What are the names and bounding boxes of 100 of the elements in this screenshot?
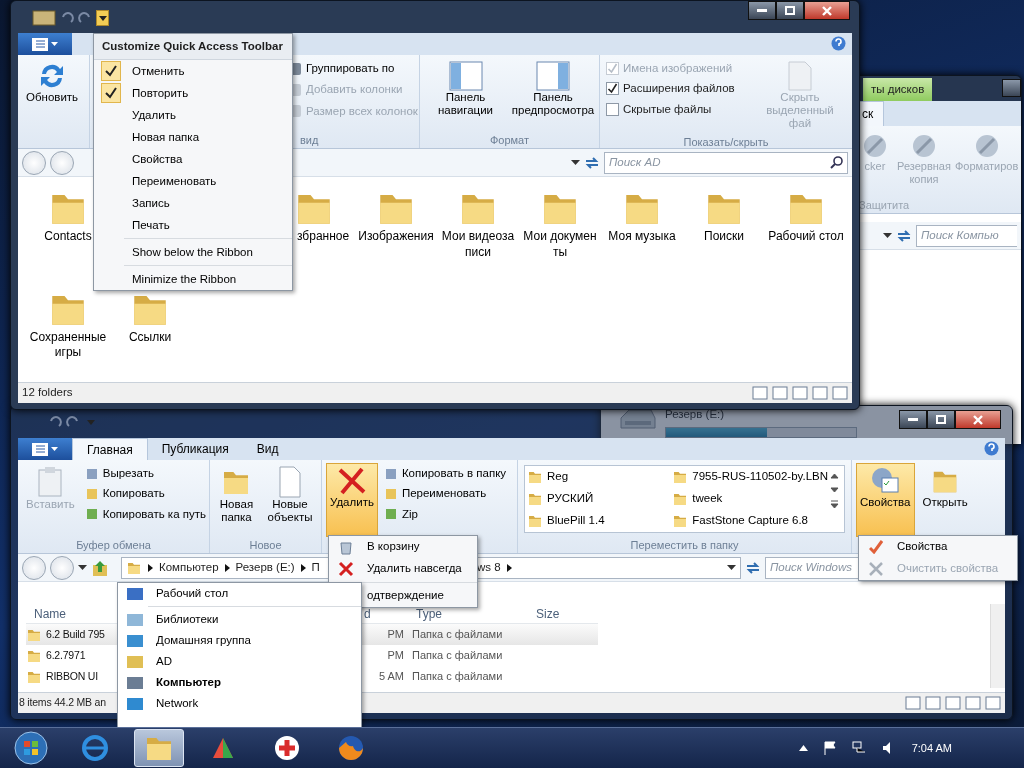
close-button[interactable] [804, 1, 850, 20]
customize-toolbar-button[interactable] [96, 10, 109, 26]
menu-item[interactable]: Переименовать [94, 170, 292, 193]
menu-item[interactable]: Свойства [94, 148, 292, 171]
up-folder-icon [91, 558, 109, 577]
document-icon [277, 466, 302, 498]
desktop-icon [126, 586, 144, 601]
checkbox-label[interactable]: Расширения файлов [604, 80, 737, 98]
clear-icon [869, 562, 883, 576]
thumbnail-view-icon [925, 696, 941, 710]
minimize-button[interactable] [1002, 79, 1021, 97]
menu-item[interactable]: Повторить [94, 82, 292, 105]
dropdown-arrow-icon [883, 233, 892, 238]
table-cell-text: 5 AM [377, 669, 405, 685]
scrollbar[interactable] [990, 604, 1005, 688]
folder-item[interactable]: Мои видеозаписи [437, 187, 519, 282]
minimize-button[interactable] [899, 410, 927, 429]
column-header[interactable]: Type [408, 604, 528, 623]
menu-item[interactable]: Удалить [94, 104, 292, 127]
navigation-pane-button[interactable]: Панель навигации [424, 58, 507, 132]
layout-icon [792, 386, 808, 400]
group-label: Новое [248, 538, 283, 553]
menu-item[interactable]: AD [118, 651, 361, 672]
clipboard-command[interactable]: Копировать [82, 485, 208, 503]
preview-pane-button[interactable]: Панель предпросмотра [511, 58, 595, 132]
help-icon[interactable] [831, 36, 846, 51]
menu-item[interactable]: Свойства [859, 536, 1017, 558]
contextual-tab[interactable]: ты дисков [863, 77, 933, 101]
folder-item[interactable]: Моя музыка [601, 187, 683, 282]
breadcrumb-item[interactable]: Резерв (E:) [235, 558, 295, 577]
table-cell-text: 6.2.7971 [46, 647, 86, 663]
table-cell-text: Папка с файлами [411, 648, 504, 664]
menu-item[interactable]: Отменить [94, 60, 292, 83]
menu-item[interactable]: Печать [94, 214, 292, 237]
menu-item[interactable]: Запись [94, 192, 292, 215]
menu-item[interactable]: Компьютер [118, 672, 361, 693]
checkbox[interactable] [606, 102, 619, 116]
clipboard-command[interactable]: Вырезать [82, 465, 208, 483]
folder-item[interactable]: Рабочий стол [765, 187, 847, 282]
menu-item[interactable]: В корзину [329, 536, 477, 558]
folder-item[interactable]: Поиски [683, 187, 765, 282]
gallery-item[interactable]: tweek [670, 488, 830, 510]
flag-icon [823, 741, 836, 755]
app-menu-button[interactable] [18, 33, 72, 55]
checkbox-label[interactable]: Скрытые файлы [604, 100, 737, 118]
menu-item[interactable]: Show below the Ribbon [94, 241, 292, 264]
gallery-item[interactable]: РУСКИЙ [525, 488, 671, 510]
maximize-button[interactable] [927, 410, 955, 429]
menu-item[interactable]: Новая папка [94, 126, 292, 149]
maximize-button[interactable] [776, 1, 804, 20]
table-cell-text: Папка с файлами [411, 627, 504, 643]
status-text: 8 items 44.2 MB an [19, 695, 106, 711]
folder-icon [672, 491, 689, 507]
gallery-item[interactable]: 7955-RUS-110502-by.LBN [670, 466, 830, 488]
refresh-icon [584, 155, 600, 170]
start-orb-icon [14, 731, 48, 765]
folder-item[interactable]: Мои документы [519, 187, 601, 282]
folder-icon [672, 469, 689, 485]
ribbon-tab[interactable]: Публикация [147, 438, 243, 460]
delete-button[interactable]: Удалить [326, 463, 378, 537]
table-cell-text: Папка с файлами [411, 669, 504, 685]
column-header[interactable]: Size [528, 604, 598, 623]
menu-item[interactable]: Рабочий стол [118, 583, 361, 604]
help-file-icon [787, 61, 813, 91]
folder-item[interactable]: Изображения [355, 187, 437, 282]
library-icon [126, 612, 144, 627]
new-folder-button[interactable]: Новая папка [214, 463, 259, 537]
pane-icon [536, 61, 570, 91]
ribbon-tab[interactable]: Главная [72, 438, 148, 460]
menu-item[interactable]: Домашняя группа [118, 630, 361, 651]
menu-item[interactable]: Network [118, 693, 361, 714]
organize-command[interactable]: Переименовать [381, 485, 509, 503]
menu-item[interactable]: Удалить навсегда [329, 558, 477, 580]
help-icon[interactable] [984, 441, 999, 456]
breadcrumb-item[interactable]: П [311, 558, 320, 577]
gallery-item[interactable]: BluePill 1.4 [525, 510, 671, 532]
pane-icon [448, 61, 483, 91]
ribbon-tab[interactable]: ск [859, 101, 885, 126]
breadcrumb-item[interactable]: Компьютер [159, 558, 219, 577]
checkmark-icon [869, 540, 883, 554]
menu-item[interactable]: Библиотеки [118, 609, 361, 630]
table-cell-text: PM [386, 648, 405, 664]
refresh-button[interactable]: Обновить [22, 58, 83, 132]
close-button[interactable] [955, 410, 1001, 429]
gallery-item[interactable]: FastStone Capture 6.8 [670, 510, 830, 532]
app-menu-button[interactable] [18, 438, 72, 460]
separator-arrow-icon [506, 563, 512, 572]
checkbox[interactable] [606, 82, 619, 96]
clipboard-command[interactable]: Копировать ка путь [82, 505, 208, 523]
clock[interactable]: 7:04 AM [911, 739, 952, 757]
organize-command[interactable]: Копировать в папку [381, 465, 509, 483]
minimize-button[interactable] [748, 1, 776, 20]
new-item-button[interactable]: Новые объекты [262, 463, 317, 537]
ribbon-tab[interactable]: Вид [242, 438, 293, 460]
organize-command[interactable]: Zip [381, 505, 509, 523]
layout-icon [965, 696, 981, 710]
properties-button[interactable]: Свойства [856, 463, 915, 537]
gallery-item[interactable]: Reg [525, 466, 671, 488]
homegroup-icon [126, 633, 144, 648]
redo-icon [78, 11, 92, 25]
